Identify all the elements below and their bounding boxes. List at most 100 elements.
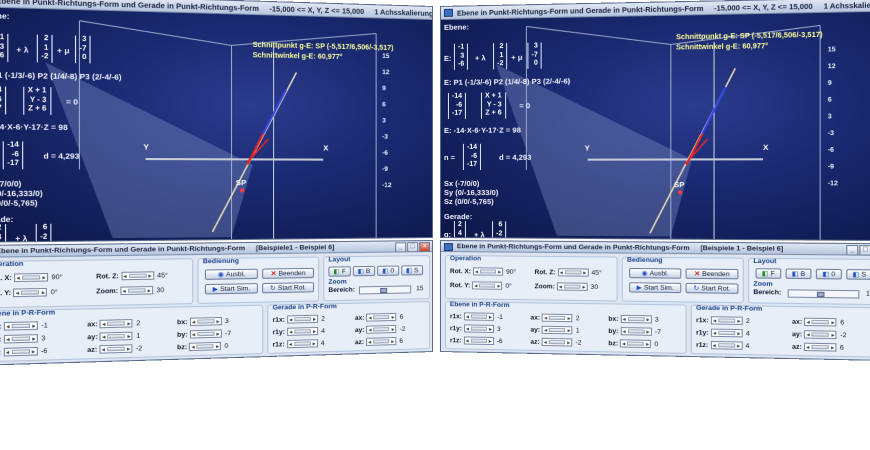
vec-entry: 1: [41, 44, 48, 53]
beenden-button[interactable]: ✕ Beenden: [262, 268, 314, 279]
vec-entry: -17: [0, 105, 2, 114]
bz-stepper[interactable]: ◂ ▸: [620, 339, 651, 348]
by-stepper[interactable]: ◂ ▸: [621, 327, 652, 336]
g-ay-stepper[interactable]: ◂ ▸: [804, 330, 837, 339]
vec-entry: -1: [0, 34, 4, 43]
g-r1x-stepper[interactable]: ◂ ▸: [287, 315, 318, 324]
z-tick: 6: [382, 97, 391, 113]
g-r1x-stepper[interactable]: ◂ ▸: [711, 316, 743, 325]
layout-button-f[interactable]: ◧ F: [756, 268, 782, 279]
bereich-slider[interactable]: [788, 289, 860, 298]
close-icon: ✕: [271, 269, 277, 277]
bx-stepper[interactable]: ◂ ▸: [621, 315, 652, 324]
roty-field: Rot. Y: ◂ ▸ 0°: [450, 281, 512, 290]
rotx-stepper[interactable]: ◂ ▸: [14, 273, 48, 282]
layout-button-f[interactable]: ◧ F: [328, 266, 350, 277]
range-text: -15,000 <= X, Y, Z <= 15,000: [269, 4, 364, 16]
g-az-field: az: ◂ ▸ 6: [355, 337, 403, 346]
bereich-slider[interactable]: [359, 285, 411, 294]
roty-stepper[interactable]: ◂ ▸: [13, 288, 47, 297]
rotx-label: Rot. X:: [0, 274, 12, 282]
close-button[interactable]: ×: [419, 242, 430, 252]
r1z-stepper[interactable]: ◂▸: [463, 336, 493, 345]
layout-button-s[interactable]: ◧ S: [401, 265, 423, 275]
g-az-stepper[interactable]: ◂ ▸: [366, 337, 396, 346]
ay-stepper[interactable]: ◂ ▸: [542, 326, 573, 335]
vec-entry: -6: [458, 61, 464, 70]
zoom-stepper[interactable]: ◂ ▸: [120, 286, 153, 295]
layout-button-s[interactable]: ◧ S: [846, 269, 870, 280]
vec-entry: 4: [0, 233, 1, 242]
sz-text: Sz (0/0/-5,765): [0, 198, 37, 208]
vec-entry: -6: [452, 101, 462, 110]
roty-value: 0°: [51, 288, 58, 296]
maximize-button[interactable]: □: [859, 245, 870, 256]
g-r1z-field: r1z: ◂ ▸ 4: [696, 341, 749, 350]
r1z-label: r1z:: [450, 337, 462, 344]
layout-button-0[interactable]: ◧ 0: [377, 266, 399, 276]
rotz-stepper[interactable]: ◂ ▸: [121, 271, 154, 280]
zoom-stepper[interactable]: ◂ ▸: [557, 282, 588, 291]
rotz-stepper[interactable]: ◂ ▸: [558, 268, 589, 276]
ax-stepper[interactable]: ◂ ▸: [542, 314, 573, 323]
g-ax-stepper[interactable]: ◂ ▸: [804, 318, 837, 327]
ay-stepper[interactable]: ◂ ▸: [100, 332, 133, 341]
by-stepper[interactable]: ◂ ▸: [190, 329, 222, 338]
layout-icon: ◧: [333, 267, 339, 275]
minimize-button[interactable]: _: [395, 242, 406, 252]
start-rot-button[interactable]: ↻ Start Rot.: [262, 282, 314, 293]
layout-button-b[interactable]: ◧ B: [786, 268, 812, 279]
ausbl-button[interactable]: ◉ Ausbl.: [629, 268, 681, 279]
ay-field: ay: ◂ ▸ 1: [530, 326, 579, 335]
layout-label: S: [861, 271, 866, 278]
layout-group: Layout ◧ F ◧ B ◧ 0 ◧ S Zoom Bereich: 15: [323, 255, 430, 301]
g-ax-label: ax:: [355, 314, 365, 321]
graphics-canvas[interactable]: X Y SP Schnittpunkt g-E: SP (-5,517/6,50…: [441, 12, 870, 240]
r1y-stepper[interactable]: ◂ ▸: [464, 324, 494, 333]
roty-value: 0°: [506, 282, 512, 289]
ausbl-button[interactable]: ◉ Ausbl.: [205, 269, 258, 280]
g-ax-stepper[interactable]: ◂ ▸: [366, 313, 396, 322]
g-r1y-stepper[interactable]: ◂ ▸: [287, 327, 318, 336]
maximize-button[interactable]: □: [407, 242, 418, 252]
rotx-field: Rot. X: ◂ ▸ 90°: [0, 273, 62, 283]
r1x-stepper[interactable]: ◂ ▸: [4, 321, 38, 330]
distance-text: d = 4,293: [499, 153, 531, 162]
points-text: E: P1 (-1/3/-6) P2 (1/4/-8) P3 (2/-4/-6): [0, 70, 122, 82]
g-ay-stepper[interactable]: ◂ ▸: [366, 325, 396, 334]
start-sim-button[interactable]: ▶ Start Sim.: [629, 282, 681, 293]
r1x-stepper[interactable]: ◂ ▸: [464, 312, 494, 321]
g-r1z-stepper[interactable]: ◂ ▸: [710, 341, 742, 350]
g-ax-field: ax: ◂ ▸ 6: [792, 317, 844, 326]
minimize-button[interactable]: _: [846, 245, 858, 256]
az-stepper[interactable]: ◂ ▸: [542, 338, 573, 347]
bedienung-title: Bedienung: [203, 258, 239, 266]
ay-value: 1: [136, 332, 140, 339]
g-az-label: az:: [792, 343, 802, 350]
gerade-group: Gerade in P-R-Form r1x: ◂ ▸ 2 r1y: ◂ ▸ 4 r1z: ◂…: [267, 301, 430, 354]
start-sim-button[interactable]: ▶ Start Sim.: [205, 283, 258, 294]
graphics-window: Ebene in Punkt-Richtungs-Form und Gerade…: [440, 0, 870, 241]
vec-entry: -2: [497, 60, 503, 69]
bz-stepper[interactable]: ◂ ▸: [189, 342, 221, 351]
g-r1y-stepper[interactable]: ◂ ▸: [711, 329, 743, 338]
g-r1z-stepper[interactable]: ◂ ▸: [287, 339, 318, 348]
layout-button-0[interactable]: ◧ 0: [816, 269, 842, 280]
zoom-label: Zoom:: [535, 283, 555, 290]
line-dir-vector: 6 -2 6: [492, 221, 506, 241]
vec-entry: -6: [0, 52, 4, 61]
beenden-button[interactable]: ✕ Beenden: [686, 268, 739, 279]
rotx-stepper[interactable]: ◂ ▸: [473, 267, 503, 275]
z-tick: 12: [828, 59, 838, 76]
g-az-stepper[interactable]: ◂ ▸: [804, 343, 837, 352]
layout-button-b[interactable]: ◧ B: [353, 266, 375, 276]
graphics-canvas[interactable]: X Y SP Schnittpunkt g-E: SP (-5,517/6,50…: [0, 7, 432, 241]
start-rot-button[interactable]: ↻ Start Rot.: [686, 283, 739, 294]
g-r1z-label: r1z:: [273, 341, 285, 349]
ax-stepper[interactable]: ◂ ▸: [100, 319, 133, 328]
rotz-value: 45°: [157, 272, 168, 280]
beispiel-text: [Beispiele 1 - Beispiel 6]: [700, 244, 783, 252]
roty-stepper[interactable]: ◂ ▸: [472, 281, 502, 289]
r1y-stepper[interactable]: ◂ ▸: [4, 334, 38, 343]
bx-stepper[interactable]: ◂ ▸: [190, 317, 222, 326]
